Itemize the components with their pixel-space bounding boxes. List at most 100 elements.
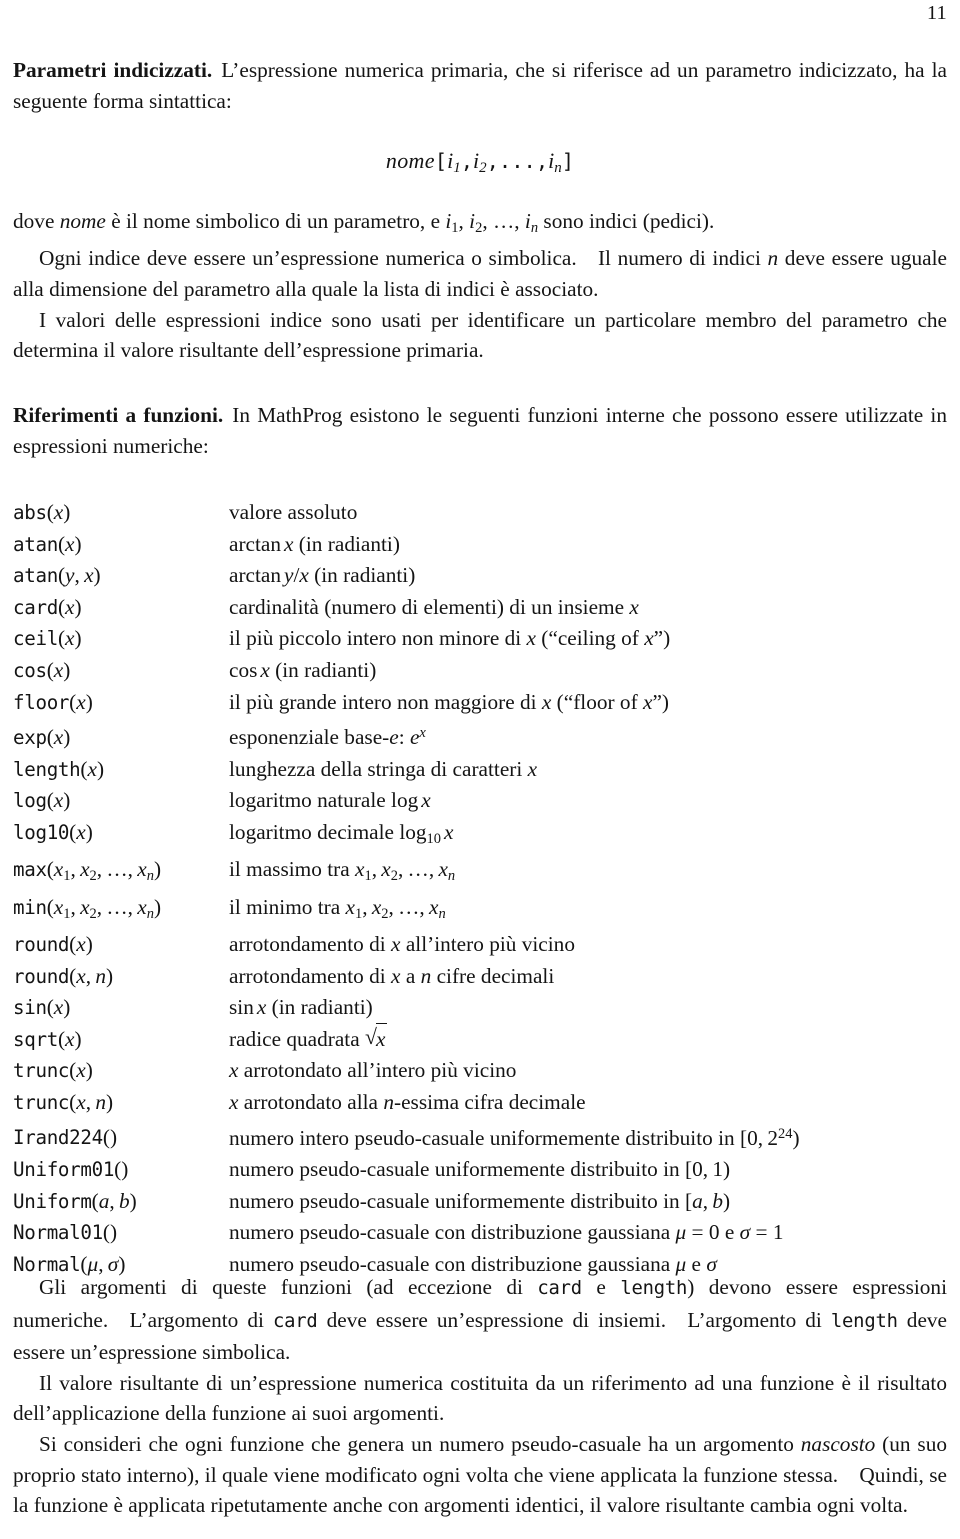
table-row: exp(x) esponenziale base-e: ex [13, 718, 947, 754]
function-signature-cell: atan(x) [13, 531, 82, 556]
function-description-cell: esponenziale base-e: ex [229, 725, 426, 750]
paragraph-argomenti-funzioni: Gli argomenti di queste funzioni (ad ecc… [13, 1272, 947, 1368]
function-description-cell: cardinalità (numero di elementi) di un i… [229, 594, 639, 619]
formula-open-bracket: [ [434, 149, 448, 173]
table-row: cos(x) cos x (in radianti) [13, 655, 947, 687]
ogni-n-italic: n [767, 246, 779, 271]
dove-sep-2: , …, [482, 209, 525, 233]
formula-comma-3: , [535, 149, 549, 173]
function-references-paragraph: Riferimenti a funzioni. In MathProg esist… [13, 400, 947, 461]
page-number: 11 [926, 2, 947, 24]
function-description-cell: il minimo tra x1, x2, …, xn [229, 894, 446, 922]
dove-mid-text: è il nome simbolico di un parametro, e [105, 209, 446, 233]
function-description-cell: x arrotondato all’intero più vicino [229, 1058, 517, 1083]
table-row: floor(x) il più grande intero non maggio… [13, 687, 947, 719]
indexed-parameters-intro-block: Parametri indicizzati. L’espressione nume… [13, 55, 947, 116]
function-description-cell: il più piccolo intero non minore di x (“… [229, 626, 671, 651]
dove-i1-subscript: 1 [451, 219, 459, 236]
table-row: trunc(x, n) x arrotondato alla n-essima … [13, 1087, 947, 1119]
function-signature-cell: floor(x) [13, 689, 93, 714]
function-signature-cell: cos(x) [13, 657, 71, 682]
function-signature-cell: max(x1, x2, …, xn) [13, 857, 162, 884]
inline-code-length-2: length [830, 1310, 898, 1332]
function-signature-cell: Uniform(a, b) [13, 1188, 137, 1213]
formula-ellipsis: ... [498, 149, 536, 173]
consideri-text-1: Si consideri che ogni funzione che gener… [39, 1431, 801, 1456]
function-description-cell: il massimo tra x1, x2, …, xn [229, 857, 456, 884]
formula-comma-2: , [486, 149, 499, 173]
formula-index-1-subscript: 1 [453, 159, 461, 176]
indexed-parameters-heading: Parametri indicizzati. [13, 58, 213, 82]
paragraph-valore-risultante: Il valore risultante di un’espressione n… [13, 1370, 947, 1426]
paragraph-ogni-indice: Ogni indice deve essere un’espressione n… [13, 243, 947, 304]
document-page: 11 Parametri indicizzati. L’espressione n… [0, 0, 960, 1539]
paragraph-dove-nome: dove nome è il nome simbolico di un para… [13, 206, 947, 243]
function-signature-cell: exp(x) [13, 725, 71, 750]
table-row: trunc(x) x arrotondato all’intero più vi… [13, 1055, 947, 1087]
function-signature-cell: card(x) [13, 594, 82, 619]
function-signature-cell: sqrt(x) [13, 1026, 82, 1051]
table-row: abs(x) valore assoluto [13, 497, 947, 529]
table-row: sin(x) sin x (in radianti) [13, 992, 947, 1024]
dove-nome-italic: nome [59, 209, 106, 233]
indexed-parameters-body-block: dove nome è il nome simbolico di un para… [13, 206, 947, 366]
table-row: Irand224() numero intero pseudo-casuale … [13, 1119, 947, 1155]
square-root-symbol: x [365, 1022, 388, 1055]
formula-name: nome [385, 148, 435, 173]
function-description-cell: radice quadrata x [229, 1022, 947, 1056]
function-references-heading: Riferimenti a funzioni. [13, 403, 224, 427]
function-signature-cell: Uniform01() [13, 1157, 129, 1182]
function-signature-cell: trunc(x) [13, 1058, 93, 1083]
function-signature-cell: log(x) [13, 788, 71, 813]
function-description-cell: arrotondamento di x all’intero più vicin… [229, 931, 575, 956]
table-row: ceil(x) il più piccolo intero non minore… [13, 623, 947, 655]
inline-code-card-1: card [537, 1278, 582, 1299]
closing-paragraphs-block: Gli argomenti di queste funzioni (ad ecc… [13, 1272, 947, 1521]
function-description-cell: arrotondamento di x a n cifre decimali [229, 963, 555, 988]
dove-post-text: sono indici (pedici). [538, 209, 715, 233]
function-description-cell: cos x (in radianti) [229, 657, 377, 682]
function-description-cell: sin x (in radianti) [229, 995, 373, 1020]
args-text-4: deve essere un’espressione di insiemi. L… [317, 1307, 831, 1332]
table-row: log10(x) logaritmo decimale log10 x [13, 817, 947, 854]
table-row: atan(y, x) arctan y/x (in radianti) [13, 560, 947, 592]
function-description-cell: numero pseudo-casuale con distribuzione … [229, 1220, 784, 1245]
function-signature-cell: ceil(x) [13, 626, 82, 651]
dove-pre-text: dove [13, 209, 60, 233]
function-description-cell: valore assoluto [229, 500, 358, 524]
table-row: log(x) logaritmo naturale log x [13, 785, 947, 817]
function-description-cell: numero intero pseudo-casuale uniformemen… [229, 1125, 800, 1150]
paragraph-valori-espressioni: I valori delle espressioni indice sono u… [13, 307, 947, 363]
table-row: Uniform01() numero pseudo-casuale unifor… [13, 1154, 947, 1186]
table-row: min(x1, x2, …, xn) il minimo tra x1, x2,… [13, 892, 947, 929]
table-row: length(x) lunghezza della stringa di car… [13, 754, 947, 786]
function-references-intro-block: Riferimenti a funzioni. In MathProg esist… [13, 400, 947, 461]
builtin-functions-table: abs(x) valore assoluto atan(x) arctan x (… [13, 497, 947, 1280]
function-signature-cell: Normal01() [13, 1220, 118, 1245]
inline-code-length-1: length [620, 1278, 688, 1299]
consideri-nascosto-italic: nascosto [800, 1431, 876, 1456]
table-row: round(x) arrotondamento di x all’intero … [13, 929, 947, 961]
paragraph-si-consideri: Si consideri che ogni funzione che gener… [13, 1429, 947, 1521]
function-description-cell: logaritmo naturale log x [229, 788, 431, 813]
formula-comma-1: , [460, 149, 473, 173]
function-signature-cell: sin(x) [13, 995, 71, 1020]
table-row: Normal01() numero pseudo-casuale con dis… [13, 1217, 947, 1249]
table-row: card(x) cardinalità (numero di elementi)… [13, 592, 947, 624]
args-text-2: e [581, 1275, 621, 1299]
function-signature-cell: round(x, n) [13, 963, 114, 988]
function-description-cell: numero pseudo-casuale uniformemente dist… [229, 1188, 731, 1213]
function-signature-cell: log10(x) [13, 819, 93, 844]
table-row: Uniform(a, b) numero pseudo-casuale unif… [13, 1186, 947, 1218]
indexed-parameters-paragraph: Parametri indicizzati. L’espressione nume… [13, 55, 947, 116]
table-row: round(x, n) arrotondamento di x a n cifr… [13, 961, 947, 993]
function-description-cell: arctan x (in radianti) [229, 531, 400, 556]
function-description-cell: il più grande intero non maggiore di x (… [229, 689, 669, 714]
function-signature-cell: atan(y, x) [13, 563, 101, 588]
function-signature-cell: abs(x) [13, 500, 71, 524]
inline-code-card-2: card [272, 1310, 318, 1332]
function-signature-cell: trunc(x, n) [13, 1089, 114, 1114]
dove-sep-1: , [458, 209, 470, 233]
function-signature-cell: min(x1, x2, …, xn) [13, 894, 162, 922]
function-signature-cell: length(x) [13, 756, 105, 781]
